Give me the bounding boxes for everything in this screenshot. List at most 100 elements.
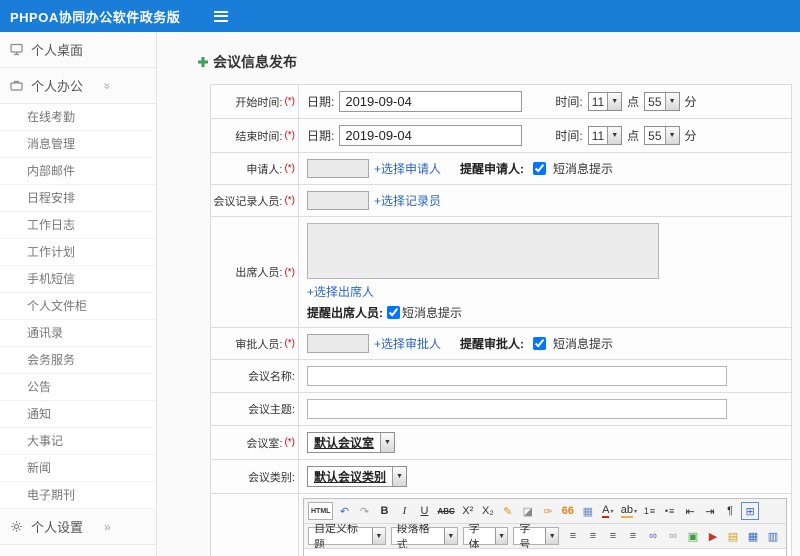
editor-toolbar-row2: 自定义标题 ▼ 段落格式 ▼ 字体 ▼ 字号 ▼ ≡ ≡ ≡ ≡ ∞ ∞ ▣ ▶ ▤ ▦ ▥ bbox=[304, 524, 786, 549]
applicant-label: 申请人: bbox=[246, 163, 283, 176]
applicant-input[interactable] bbox=[307, 159, 369, 178]
calendar-icon[interactable]: ▦ bbox=[579, 502, 597, 520]
align-center-icon[interactable]: ≡ bbox=[584, 527, 602, 545]
sidebar-item-label: 通讯录 bbox=[27, 326, 64, 340]
sidebar-item-15[interactable]: 新闻 bbox=[0, 455, 156, 482]
sidebar-item-label: 个人办公 bbox=[31, 79, 84, 94]
sidebar-item-11[interactable]: 会务服务 bbox=[0, 347, 156, 374]
subscript-icon[interactable]: X₂ bbox=[479, 502, 497, 520]
sidebar-item-18[interactable]: 督查督办» bbox=[0, 545, 156, 556]
quote-icon[interactable]: 66 bbox=[559, 502, 577, 520]
menu-icon[interactable] bbox=[210, 7, 232, 26]
format-brush-icon[interactable]: ✑ bbox=[539, 502, 557, 520]
attendees-textarea[interactable] bbox=[307, 223, 659, 279]
fullscreen-icon[interactable]: ⊞ bbox=[741, 502, 760, 520]
sidebar-item-13[interactable]: 通知 bbox=[0, 401, 156, 428]
editor-content[interactable] bbox=[304, 549, 786, 556]
paragraph-icon[interactable]: ¶ bbox=[721, 502, 739, 520]
font-color-icon[interactable]: A ▾ bbox=[599, 502, 617, 520]
sidebar-item-10[interactable]: 通讯录 bbox=[0, 320, 156, 347]
sidebar-item-1[interactable]: 个人办公» bbox=[0, 68, 156, 104]
recorder-input[interactable] bbox=[307, 191, 369, 210]
align-justify-icon[interactable]: ≡ bbox=[624, 527, 642, 545]
remind-attendees-checkbox[interactable] bbox=[387, 306, 400, 319]
approver-input[interactable] bbox=[307, 334, 369, 353]
align-right-icon[interactable]: ≡ bbox=[604, 527, 622, 545]
sidebar-item-12[interactable]: 公告 bbox=[0, 374, 156, 401]
attendees-label: 出席人员: bbox=[235, 267, 283, 279]
image-icon[interactable]: ▣ bbox=[684, 527, 702, 545]
format-select[interactable]: 段落格式 ▼ bbox=[390, 524, 458, 548]
sidebar-item-14[interactable]: 大事记 bbox=[0, 428, 156, 455]
remind-approver-checkbox[interactable] bbox=[533, 337, 547, 350]
remind-applicant-checkbox[interactable] bbox=[533, 162, 547, 175]
start-minute-select[interactable]: 55 ▼ bbox=[644, 92, 680, 111]
meeting-room-select[interactable]: 默认会议室 ▼ bbox=[307, 432, 396, 453]
hour-unit-label: 点 bbox=[627, 129, 640, 143]
sidebar-item-2[interactable]: 在线考勤 bbox=[0, 104, 156, 131]
required-mark: (*) bbox=[284, 163, 295, 174]
chevron-down-icon: ▼ bbox=[392, 467, 407, 486]
sidebar-item-7[interactable]: 工作计划 bbox=[0, 239, 156, 266]
select-approver-link[interactable]: +选择审批人 bbox=[374, 335, 441, 352]
sidebar-item-6[interactable]: 工作日志 bbox=[0, 212, 156, 239]
pencil-icon[interactable]: ✎ bbox=[499, 502, 517, 520]
recorder-label: 会议记录人员: bbox=[213, 195, 283, 208]
remind-approver-label: 提醒审批人: bbox=[460, 337, 525, 351]
sidebar-item-5[interactable]: 日程安排 bbox=[0, 185, 156, 212]
minute-unit-label: 分 bbox=[684, 129, 697, 143]
sidebar-item-8[interactable]: 手机短信 bbox=[0, 266, 156, 293]
end-hour-select[interactable]: 11 ▼ bbox=[587, 126, 623, 145]
table-icon[interactable]: ▦ bbox=[744, 527, 762, 545]
sidebar-item-9[interactable]: 个人文件柜 bbox=[0, 293, 156, 320]
strikethrough-icon[interactable]: ABC bbox=[435, 502, 456, 520]
sidebar-item-label: 工作计划 bbox=[27, 245, 76, 259]
sidebar-item-17[interactable]: 个人设置» bbox=[0, 509, 156, 545]
highlight-icon[interactable]: ab ▾ bbox=[619, 502, 639, 520]
underline-icon[interactable]: U bbox=[415, 502, 433, 520]
page-title: 会议信息发布 bbox=[197, 52, 792, 72]
bold-icon[interactable]: B bbox=[375, 502, 393, 520]
size-select[interactable]: 字号 ▼ bbox=[513, 524, 559, 548]
style-select[interactable]: 自定义标题 ▼ bbox=[308, 524, 386, 548]
sidebar-item-label: 会务服务 bbox=[27, 353, 76, 367]
editor-toolbar-row1: HTML ↶ ↷ B I U ABC X² X₂ ✎ ◪ ✑ 66 ▦ A ▾ ab ▾ 1≡ •≡ ⇤ ⇥ ¶ ⊞ bbox=[304, 499, 786, 524]
sidebar-item-3[interactable]: 消息管理 bbox=[0, 131, 156, 158]
date-label: 日期: bbox=[307, 129, 335, 143]
redo-icon[interactable]: ↷ bbox=[355, 502, 373, 520]
end-minute-select[interactable]: 55 ▼ bbox=[644, 126, 680, 145]
media-icon[interactable]: ▤ bbox=[724, 527, 742, 545]
eraser-icon[interactable]: ◪ bbox=[519, 502, 537, 520]
sidebar-item-4[interactable]: 内部邮件 bbox=[0, 158, 156, 185]
unlink-icon[interactable]: ∞ bbox=[664, 527, 682, 545]
form-row-meeting-room: 会议室: (*) 默认会议室 ▼ bbox=[211, 426, 791, 460]
desktop-icon bbox=[10, 43, 23, 56]
select-recorder-link[interactable]: +选择记录员 bbox=[374, 192, 441, 209]
meeting-category-select[interactable]: 默认会议类别 ▼ bbox=[307, 466, 408, 487]
numbered-list-icon[interactable]: 1≡ bbox=[641, 502, 659, 520]
sidebar-item-16[interactable]: 电子期刊 bbox=[0, 482, 156, 509]
end-date-input[interactable] bbox=[339, 125, 523, 146]
meeting-subject-input[interactable] bbox=[307, 399, 727, 419]
html-source-icon[interactable]: HTML bbox=[308, 502, 334, 520]
grid-icon[interactable]: ▥ bbox=[764, 527, 782, 545]
flash-icon[interactable]: ▶ bbox=[704, 527, 722, 545]
undo-icon[interactable]: ↶ bbox=[335, 502, 353, 520]
sidebar-item-label: 新闻 bbox=[27, 461, 52, 475]
start-date-input[interactable] bbox=[339, 91, 523, 112]
link-icon[interactable]: ∞ bbox=[644, 527, 662, 545]
meeting-name-input[interactable] bbox=[307, 366, 727, 386]
sidebar-item-0[interactable]: 个人桌面 bbox=[0, 32, 156, 68]
start-hour-select[interactable]: 11 ▼ bbox=[587, 92, 623, 111]
bullet-list-icon[interactable]: •≡ bbox=[661, 502, 679, 520]
font-select[interactable]: 字体 ▼ bbox=[462, 524, 509, 548]
start-time-label: 开始时间: bbox=[235, 96, 283, 109]
indent-icon[interactable]: ⇥ bbox=[701, 502, 719, 520]
remind-attendees-label: 提醒出席人员: bbox=[307, 306, 383, 320]
superscript-icon[interactable]: X² bbox=[459, 502, 477, 520]
select-applicant-link[interactable]: +选择申请人 bbox=[374, 160, 441, 177]
italic-icon[interactable]: I bbox=[395, 502, 413, 520]
select-attendees-link[interactable]: +选择出席人 bbox=[307, 283, 374, 300]
outdent-icon[interactable]: ⇤ bbox=[681, 502, 699, 520]
align-left-icon[interactable]: ≡ bbox=[564, 527, 582, 545]
